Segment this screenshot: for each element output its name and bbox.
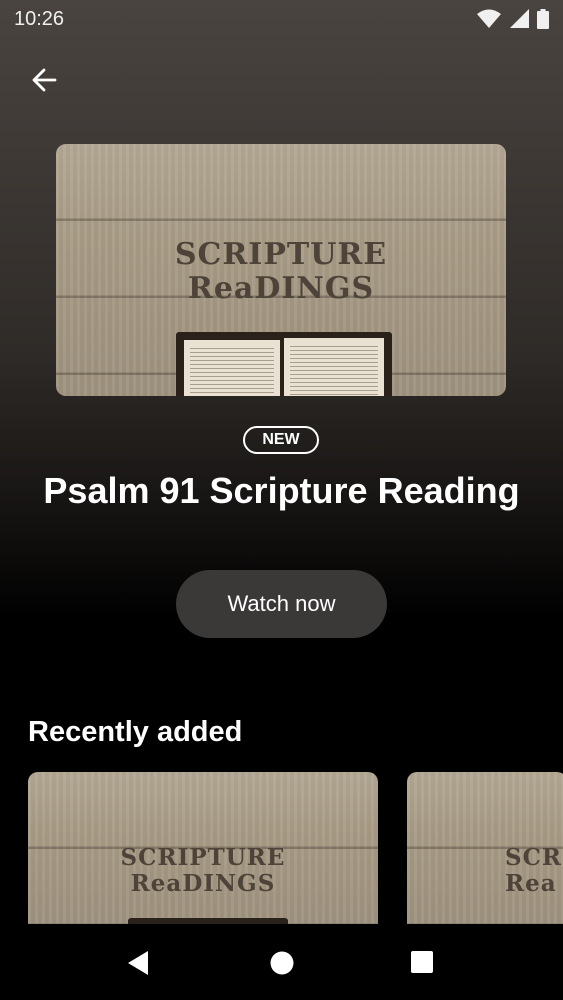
status-time: 10:26 [14, 8, 65, 30]
new-badge: NEW [243, 426, 319, 454]
hero-image-title-line1: SCRIPTURE [174, 237, 388, 272]
recent-card-title-line2: Rea [505, 870, 557, 897]
section-title-recently-added: Recently added [28, 716, 243, 748]
recent-card-title-line2: ReaDINGS [130, 870, 276, 897]
recent-card-title-line1: SCR [505, 844, 563, 871]
bible-image [176, 332, 392, 396]
system-nav-bar [0, 924, 563, 1000]
recent-card[interactable]: SCRIPTURE ReaDINGS [28, 772, 378, 926]
back-button[interactable] [26, 62, 62, 98]
hero-title: Psalm 91 Scripture Reading [43, 470, 520, 511]
hero-image[interactable]: SCRIPTURE ReaDINGS [56, 144, 506, 396]
back-triangle-icon[interactable] [126, 950, 152, 976]
watch-now-button[interactable]: Watch now [176, 570, 387, 638]
wifi-icon [477, 9, 501, 28]
status-icons [477, 9, 549, 29]
arrow-left-icon [32, 68, 57, 92]
recents-square-icon[interactable] [410, 950, 434, 974]
recent-card[interactable]: SCR Rea [407, 772, 563, 926]
home-circle-icon[interactable] [269, 950, 295, 976]
battery-icon [537, 9, 549, 29]
status-bar: 10:26 [0, 0, 563, 38]
recent-card-title-line1: SCRIPTURE [120, 844, 286, 871]
signal-icon [510, 9, 529, 28]
hero-image-title-line2: ReaDINGS [187, 271, 375, 306]
